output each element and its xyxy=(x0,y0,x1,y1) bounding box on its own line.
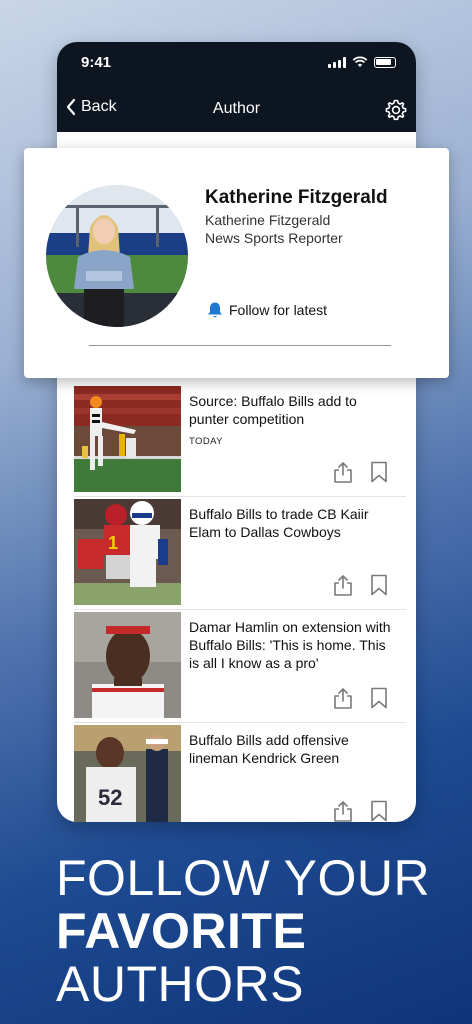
follow-label: Follow for latest xyxy=(229,302,328,318)
author-name: Katherine Fitzgerald xyxy=(205,187,388,208)
bookmark-icon[interactable] xyxy=(370,800,388,822)
share-icon[interactable] xyxy=(332,800,354,822)
article-title: Source: Buffalo Bills add to punter comp… xyxy=(189,393,357,427)
article-item[interactable]: 1 Buffalo Bills to trade CB Kaiir Elam t… xyxy=(74,497,406,610)
card-divider xyxy=(89,345,391,346)
gear-icon[interactable] xyxy=(384,98,408,122)
share-icon[interactable] xyxy=(332,687,354,709)
author-details: Katherine Fitzgerald News Sports Reporte… xyxy=(205,211,343,247)
promo-line-3: AUTHORS xyxy=(56,956,304,1012)
article-date: TODAY xyxy=(189,436,223,447)
article-title: Damar Hamlin on extension with Buffalo B… xyxy=(189,619,391,671)
article-item[interactable]: Damar Hamlin on extension with Buffalo B… xyxy=(74,610,406,723)
wifi-icon xyxy=(352,56,368,67)
author-avatar xyxy=(46,185,188,327)
share-icon[interactable] xyxy=(332,574,354,596)
article-list: Source: Buffalo Bills add to punter comp… xyxy=(74,384,406,822)
bookmark-icon[interactable] xyxy=(370,574,388,596)
article-thumbnail xyxy=(74,386,181,492)
status-icons xyxy=(328,56,396,68)
top-bar: 9:41 Back Author xyxy=(57,42,416,132)
article-item[interactable]: Source: Buffalo Bills add to punter comp… xyxy=(74,384,406,497)
author-byline: Katherine Fitzgerald xyxy=(205,212,331,228)
author-role: News Sports Reporter xyxy=(205,230,343,246)
bookmark-icon[interactable] xyxy=(370,687,388,709)
battery-icon xyxy=(374,56,396,68)
article-title: Buffalo Bills add offensive lineman Kend… xyxy=(189,732,349,766)
svg-text:52: 52 xyxy=(98,785,122,810)
article-thumbnail xyxy=(74,612,181,718)
promo-headline: FOLLOW YOUR FAVORITE AUTHORS xyxy=(56,852,430,1011)
page-title: Author xyxy=(212,100,261,117)
status-time: 9:41 xyxy=(81,54,112,71)
promo-line-1: FOLLOW YOUR xyxy=(56,850,431,906)
article-item[interactable]: 52 Buffalo Bills add offensive lineman K… xyxy=(74,723,406,822)
article-thumbnail: 1 xyxy=(74,499,181,605)
bell-icon xyxy=(208,302,222,318)
signal-icon xyxy=(328,56,346,68)
share-icon[interactable] xyxy=(332,461,354,483)
bookmark-icon[interactable] xyxy=(370,461,388,483)
svg-text:1: 1 xyxy=(108,533,118,553)
article-thumbnail: 52 xyxy=(74,725,181,822)
article-title: Buffalo Bills to trade CB Kaiir Elam to … xyxy=(189,506,369,540)
author-profile-card: Katherine Fitzgerald Katherine Fitzgeral… xyxy=(24,148,449,378)
follow-button[interactable]: Follow for latest xyxy=(207,301,327,319)
promo-line-2: FAVORITE xyxy=(56,903,307,959)
